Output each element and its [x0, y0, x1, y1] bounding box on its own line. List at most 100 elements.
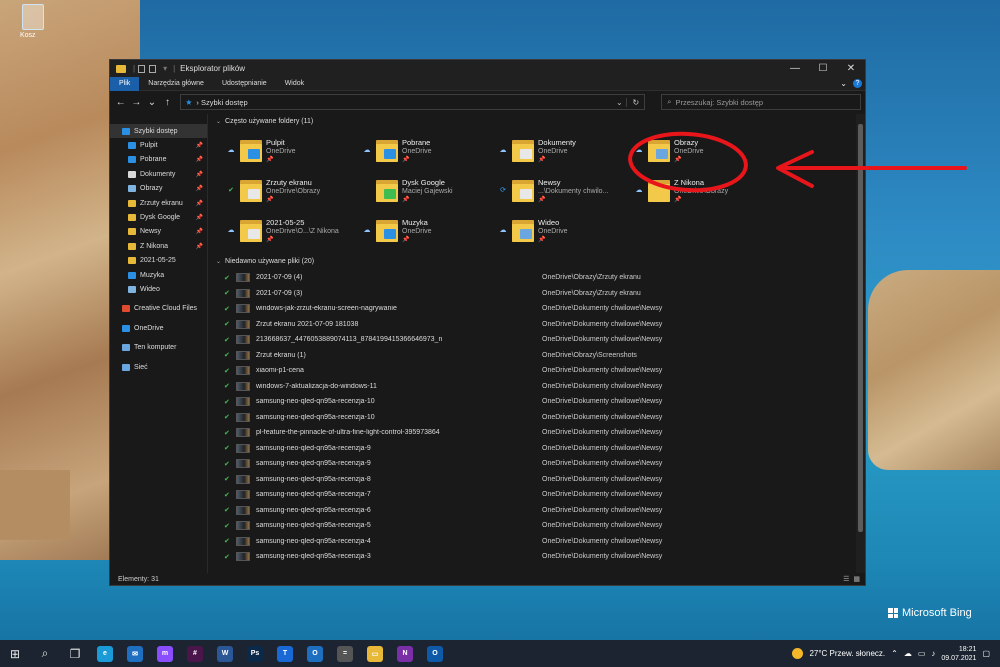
recent-file-row[interactable]: ✔ Zrzut ekranu 2021-07-09 181038 OneDrive\… [224, 317, 865, 333]
sidebar-item[interactable]: Pobrane 📌 [110, 153, 207, 167]
sidebar-item[interactable]: Dokumenty 📌 [110, 167, 207, 181]
tab-view[interactable]: Widok [276, 77, 313, 91]
recent-file-row[interactable]: ✔ 2021-07-09 (3) OneDrive\Obrazy\Zrzuty ek… [224, 286, 865, 302]
sidebar-item[interactable]: Ten komputer [110, 340, 207, 354]
folder-tile[interactable]: ☁ Obrazy OneDrive 📌 [634, 132, 770, 172]
recent-file-row[interactable]: ✔ samsung-neo-qled-qn95a-recenzja-7 OneDri… [224, 487, 865, 503]
folder-tile[interactable]: ⟳ Newsy ...\Dokumenty chwilo... 📌 [498, 172, 634, 212]
recent-files-header[interactable]: ⌄ Niedawno używane pliki (20) [216, 254, 865, 268]
back-arrow-icon[interactable]: ← [114, 97, 128, 108]
recent-file-row[interactable]: ✔ samsung-neo-qled-qn95a-recenzja-3 OneDri… [224, 549, 865, 565]
address-path[interactable]: Szybki dostęp [201, 98, 248, 107]
weather-sun-icon[interactable] [792, 648, 804, 659]
onedrive-tray-icon[interactable]: ☁ [904, 649, 912, 658]
refresh-icon[interactable]: ↻ [626, 97, 644, 107]
close-button[interactable]: ✕ [837, 60, 865, 77]
sidebar-item[interactable]: Obrazy 📌 [110, 182, 207, 196]
mail-app-icon[interactable]: ✉ [120, 640, 150, 667]
recent-file-row[interactable]: ✔ samsung-neo-qled-qn95a-recenzja-6 OneDri… [224, 503, 865, 519]
tab-home[interactable]: Narzędzia główne [139, 77, 213, 91]
sidebar-item[interactable]: Muzyka [110, 268, 207, 282]
forward-arrow-icon[interactable]: → [130, 97, 144, 108]
sidebar-item[interactable]: Pulpit 📌 [110, 138, 207, 152]
word-app-icon[interactable]: W [210, 640, 240, 667]
sidebar-item[interactable]: OneDrive [110, 321, 207, 335]
sidebar-item[interactable]: Szybki dostęp [110, 124, 207, 139]
folder-tile[interactable]: ☁ Dokumenty OneDrive 📌 [498, 132, 634, 172]
weather-text[interactable]: 27°C Przew. słonecz. [809, 649, 885, 658]
folder-tile[interactable]: ☁ Pobrane OneDrive 📌 [362, 132, 498, 172]
explorer-app-icon[interactable]: ▭ [360, 640, 390, 667]
recent-file-row[interactable]: ✔ samsung-neo-qled-qn95a-recenzja-8 OneDri… [224, 472, 865, 488]
sidebar-item[interactable]: Dysk Google 📌 [110, 210, 207, 224]
minimize-button[interactable]: — [781, 60, 809, 77]
expand-ribbon-icon[interactable]: ⌄ [840, 79, 847, 88]
address-bar[interactable]: ★ › Szybki dostęp ⌄ ↻ [180, 94, 646, 110]
start-windows-icon[interactable]: ⊞ [0, 640, 30, 667]
sidebar-item[interactable]: 2021-05-25 [110, 254, 207, 268]
folder-tile[interactable]: ✔ Zrzuty ekranu OneDrive\Obrazy 📌 [226, 172, 362, 212]
tab-file[interactable]: Plik [110, 76, 140, 91]
photoshop-app-icon[interactable]: Ps [240, 640, 270, 667]
help-icon[interactable]: ? [853, 79, 862, 88]
large-icons-view-icon[interactable]: ▦ [853, 575, 860, 583]
recent-file-row[interactable]: ✔ 2021-07-09 (4) OneDrive\Obrazy\Zrzuty ek… [224, 270, 865, 286]
folder-tile[interactable]: ☁ Pulpit OneDrive 📌 [226, 132, 362, 172]
network-icon[interactable]: ▭ [918, 649, 926, 658]
maximize-button[interactable]: ☐ [809, 60, 837, 77]
vertical-scrollbar[interactable] [856, 114, 865, 573]
outlook-app-icon[interactable]: O [300, 640, 330, 667]
recent-file-row[interactable]: ✔ xiaomi-p1-cena OneDrive\Dokumenty chwilo… [224, 363, 865, 379]
sidebar-item[interactable]: Zrzuty ekranu 📌 [110, 196, 207, 210]
recent-file-row[interactable]: ✔ 213668637_4476053889074113_878419941536… [224, 332, 865, 348]
tab-share[interactable]: Udostępnianie [213, 77, 276, 91]
address-dropdown-icon[interactable]: ⌄ [612, 98, 626, 107]
trello-app-icon[interactable]: T [270, 640, 300, 667]
sidebar-item[interactable]: Newsy 📌 [110, 225, 207, 239]
calculator-app-icon[interactable]: = [330, 640, 360, 667]
recent-file-row[interactable]: ✔ samsung-neo-qled-qn95a-recenzja-9 OneDri… [224, 441, 865, 457]
edge-app-icon[interactable]: e [90, 640, 120, 667]
collapse-chevron-icon[interactable]: ⌄ [216, 118, 221, 125]
details-view-icon[interactable]: ☰ [843, 575, 849, 583]
scrollbar-thumb[interactable] [858, 124, 863, 532]
folder-tile[interactable]: ☁ Muzyka OneDrive 📌 [362, 212, 498, 252]
folder-tile[interactable]: ☁ Wideo OneDrive 📌 [498, 212, 634, 252]
recent-file-row[interactable]: ✔ windows-jak-zrzut-ekranu-screen-nagrywa… [224, 301, 865, 317]
clock[interactable]: 18:21 09.07.2021 [941, 645, 976, 663]
recent-file-row[interactable]: ✔ samsung-neo-qled-qn95a-recenzja-10 OneDr… [224, 410, 865, 426]
up-arrow-icon[interactable]: ↑ [161, 97, 175, 108]
recent-file-row[interactable]: ✔ samsung-neo-qled-qn95a-recenzja-9 OneDri… [224, 456, 865, 472]
sidebar-item[interactable]: Z Nikona 📌 [110, 239, 207, 253]
notifications-icon[interactable]: ▢ [982, 649, 990, 658]
slack-app-icon[interactable]: # [180, 640, 210, 667]
recent-file-row[interactable]: ✔ samsung-neo-qled-qn95a-recenzja-10 OneDr… [224, 394, 865, 410]
messenger-app-icon[interactable]: m [150, 640, 180, 667]
recent-file-row[interactable]: ✔ samsung-neo-qled-qn95a-recenzja-5 OneDri… [224, 518, 865, 534]
folder-tile[interactable]: ☁ 2021-05-25 OneDrive\O...\Z Nikona 📌 [226, 212, 362, 252]
recent-locations-chevron-icon[interactable]: ⌄ [145, 97, 159, 108]
title-bar[interactable]: | ▾ | Eksplorator plików — ☐ ✕ [110, 60, 865, 77]
qat-dropdown-icon[interactable]: ▾ [163, 64, 167, 73]
collapse-chevron-icon[interactable]: ⌄ [216, 258, 221, 265]
recent-file-row[interactable]: ✔ windows-7-aktualizacja-do-windows-11 One… [224, 379, 865, 395]
new-folder-icon[interactable] [149, 64, 157, 73]
sidebar-item[interactable]: Sieć [110, 360, 207, 374]
search-input[interactable]: ⌕ Przeszukaj: Szybki dostęp [661, 94, 862, 110]
search-icon[interactable]: ⌕ [30, 640, 60, 667]
recent-file-row[interactable]: ✔ pl-feature-the-pinnacle-of-ultra-fine-l… [224, 425, 865, 441]
sidebar-item[interactable]: Wideo [110, 282, 207, 296]
folder-tile[interactable]: Dysk Google Maciej Gajewski 📌 [362, 172, 498, 212]
outlook-2-app-icon[interactable]: O [420, 640, 450, 667]
task-view-icon[interactable]: ❐ [60, 640, 90, 667]
recent-file-row[interactable]: ✔ Zrzut ekranu (1) OneDrive\Obrazy\Screens… [224, 348, 865, 364]
sidebar-item[interactable]: Creative Cloud Files [110, 302, 207, 316]
volume-icon[interactable]: ♪ [931, 649, 935, 658]
properties-icon[interactable] [138, 64, 146, 73]
recycle-bin-icon[interactable] [22, 4, 44, 30]
frequent-folders-header[interactable]: ⌄ Często używane foldery (11) [216, 114, 865, 128]
onenote-app-icon[interactable]: N [390, 640, 420, 667]
folder-tile[interactable]: ☁ Z Nikona OneDrive\Obrazy 📌 [634, 172, 770, 212]
tray-chevron-icon[interactable]: ⌃ [891, 649, 898, 658]
recent-file-row[interactable]: ✔ samsung-neo-qled-qn95a-recenzja-4 OneDri… [224, 534, 865, 550]
